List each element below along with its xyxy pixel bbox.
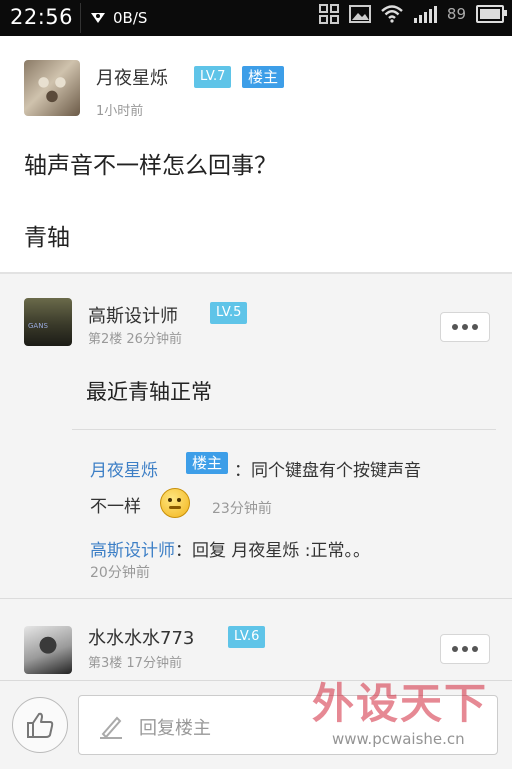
post-author[interactable]: 月夜星烁 <box>96 64 168 90</box>
watermark-url: www.pcwaishe.cn <box>332 730 465 748</box>
post-time: 1小时前 <box>96 104 144 119</box>
floor-time: 第3楼 17分钟前 <box>88 656 182 671</box>
reply-author[interactable]: 水水水水773 <box>88 624 194 650</box>
location-icon <box>91 13 105 23</box>
avatar[interactable]: GANS <box>24 298 72 346</box>
pencil-icon <box>100 716 122 739</box>
status-icons: 89 <box>318 4 507 24</box>
dot-icon <box>462 646 468 652</box>
clock: 22:56 <box>10 5 74 29</box>
floor-time: 第2楼 26分钟前 <box>88 332 182 347</box>
notification-area: 0B/S <box>80 3 170 33</box>
signal-icon <box>413 6 437 23</box>
sub-reply-author[interactable]: 高斯设计师 <box>90 541 175 561</box>
grid-icon <box>318 4 339 24</box>
divider <box>0 598 512 599</box>
battery-percent: 89 <box>446 5 466 23</box>
owner-badge: 楼主 <box>186 452 229 474</box>
reply-placeholder: 回复楼主 <box>139 718 211 739</box>
reply-author[interactable]: 高斯设计师 <box>88 302 178 328</box>
smiley-emoji-icon <box>160 488 190 518</box>
sub-reply-text: ：回复 月夜星烁 :正常。。 <box>175 541 371 561</box>
sub-reply-text: ：同个键盘有个按键声音 <box>234 461 421 481</box>
dot-icon <box>452 646 458 652</box>
battery-icon <box>476 5 507 23</box>
avatar[interactable] <box>24 626 72 674</box>
watermark-logo: 外设天下 <box>312 679 489 728</box>
dot-icon <box>462 324 468 330</box>
more-options-button[interactable] <box>440 634 490 664</box>
dot-icon <box>472 646 478 652</box>
level-badge: LV.7 <box>194 66 232 88</box>
more-options-button[interactable] <box>440 312 490 342</box>
image-icon <box>348 5 371 23</box>
post-body-line: 轴声音不一样怎么回事？ <box>24 153 277 179</box>
post-body-line: 青轴 <box>24 225 70 251</box>
level-badge: LV.6 <box>228 626 266 648</box>
sub-reply-text: 不一样 <box>90 497 141 517</box>
sub-reply-box: 月夜星烁 楼主 ：同个键盘有个按键声音 不一样 23分钟前 高斯设计师：回复 月… <box>72 429 496 581</box>
sub-reply[interactable]: 月夜星烁 <box>90 456 158 481</box>
dot-icon <box>472 324 478 330</box>
wifi-icon <box>381 5 403 23</box>
thumbs-up-icon <box>27 712 54 738</box>
sub-reply-time: 23分钟前 <box>212 501 272 517</box>
net-speed: 0B/S <box>113 9 148 27</box>
original-post: 月夜星烁 LV.7 楼主 1小时前 轴声音不一样怎么回事？ 青轴 <box>0 36 512 272</box>
avatar-logo: GANS <box>28 322 48 330</box>
like-button[interactable] <box>12 697 68 753</box>
reply-body: 最近青轴正常 <box>86 380 212 404</box>
sub-reply[interactable]: 高斯设计师：回复 月夜星烁 :正常。。 <box>90 536 370 561</box>
avatar[interactable] <box>24 60 80 116</box>
level-badge: LV.5 <box>210 302 248 324</box>
status-bar: 22:56 0B/S 89 <box>0 0 512 36</box>
sub-reply-author[interactable]: 月夜星烁 <box>90 461 158 481</box>
reply-list: GANS 高斯设计师 LV.5 第2楼 26分钟前 最近青轴正常 月夜星烁 楼主… <box>0 274 512 694</box>
dot-icon <box>452 324 458 330</box>
sub-reply-time: 20分钟前 <box>90 565 150 581</box>
owner-badge: 楼主 <box>242 66 285 88</box>
